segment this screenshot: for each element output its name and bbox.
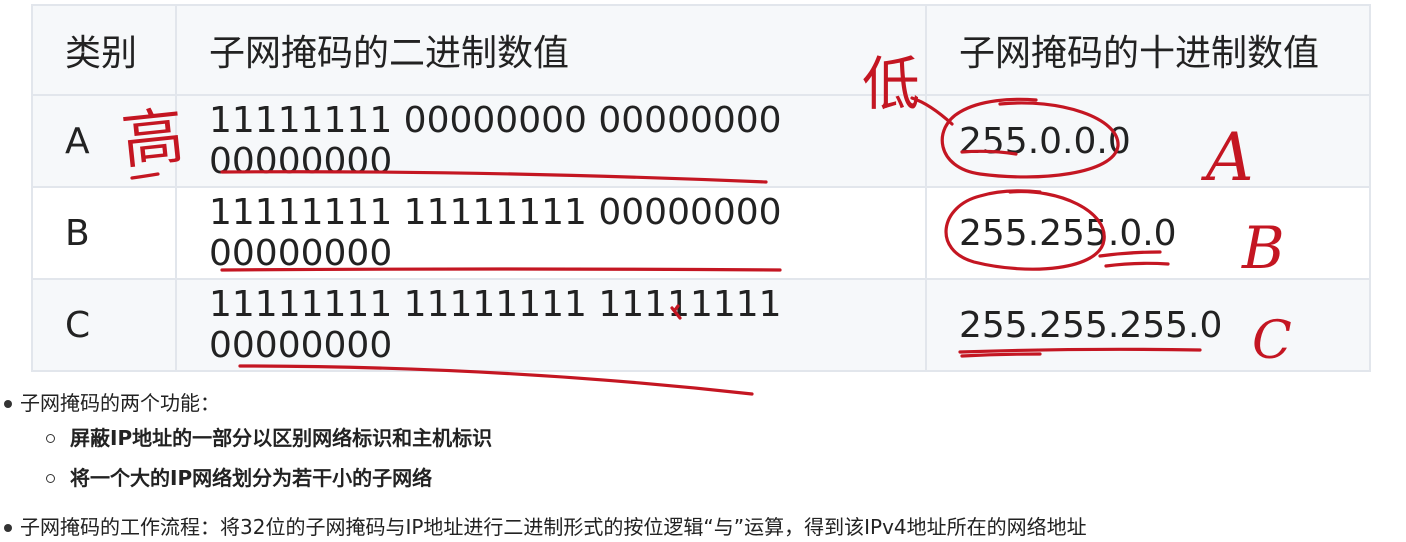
cell-decimal: 255.255.0.0: [925, 186, 1371, 280]
header-binary: 子网掩码的二进制数值: [175, 4, 927, 96]
list-item: 屏蔽IP地址的一部分以区别网络标识和主机标识: [0, 418, 1406, 458]
cell-decimal: 255.255.255.0: [925, 278, 1371, 372]
cell-category: C: [31, 278, 177, 372]
cell-binary: 11111111 00000000 00000000 00000000: [175, 94, 927, 188]
notes-section: 子网掩码的两个功能： 屏蔽IP地址的一部分以区别网络标识和主机标识 将一个大的I…: [0, 388, 1406, 539]
table-header-row: 类别 子网掩码的二进制数值 子网掩码的十进制数值: [31, 4, 1371, 96]
bullet-dot-icon: [4, 400, 12, 408]
table-row-b: B 11111111 11111111 00000000 00000000 25…: [31, 186, 1371, 280]
bullet-ring-icon: [46, 474, 55, 483]
cell-category: A: [31, 94, 177, 188]
header-category: 类别: [31, 4, 177, 96]
list-item: 子网掩码的工作流程：将32位的子网掩码与IP地址进行二进制形式的按位逻辑“与”运…: [4, 512, 1087, 542]
header-decimal: 子网掩码的十进制数值: [925, 4, 1371, 96]
table-row-a: A 11111111 00000000 00000000 00000000 25…: [31, 94, 1371, 188]
functions-heading: 子网掩码的两个功能：: [20, 391, 220, 415]
function-1: 屏蔽IP地址的一部分以区别网络标识和主机标识: [70, 426, 493, 450]
cell-decimal: 255.0.0.0: [925, 94, 1371, 188]
list-item: 将一个大的IP网络划分为若干小的子网络: [0, 458, 1406, 498]
workflow-text: 子网掩码的工作流程：将32位的子网掩码与IP地址进行二进制形式的按位逻辑“与”运…: [20, 515, 1087, 539]
bullet-ring-icon: [46, 434, 55, 443]
cell-binary: 11111111 11111111 00000000 00000000: [175, 186, 927, 280]
function-2: 将一个大的IP网络划分为若干小的子网络: [70, 466, 433, 490]
bullet-dot-icon: [4, 524, 12, 532]
list-item: 子网掩码的两个功能：: [0, 388, 1406, 418]
subnet-mask-table: 类别 子网掩码的二进制数值 子网掩码的十进制数值 A 11111111 0000…: [31, 4, 1371, 372]
cell-binary: 11111111 11111111 11111111 00000000: [175, 278, 927, 372]
table-row-c: C 11111111 11111111 11111111 00000000 25…: [31, 278, 1371, 372]
cell-category: B: [31, 186, 177, 280]
